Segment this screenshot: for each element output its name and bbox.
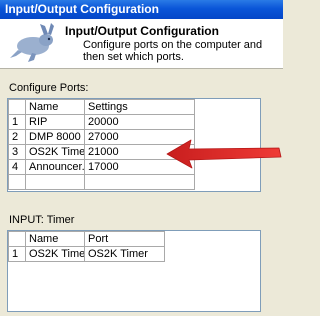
rabbit-logo-icon <box>10 23 54 62</box>
header-description: Configure ports on the computer and then… <box>83 39 263 63</box>
row-number[interactable]: 1 <box>8 114 26 130</box>
table-row[interactable]: 1 OS2K Timer OS2K Timer <box>8 246 165 262</box>
wizard-header: Input/Output Configuration Configure por… <box>0 19 283 69</box>
cell-name[interactable]: OS2K Timer <box>25 144 85 160</box>
cell-settings[interactable] <box>84 174 195 190</box>
cell-name[interactable] <box>25 174 85 190</box>
input-header-row: Name Port <box>8 231 165 247</box>
window-titlebar: Input/Output Configuration <box>0 0 283 19</box>
corner-header <box>8 99 26 115</box>
input-grid[interactable]: Name Port 1 OS2K Timer OS2K Timer <box>7 230 261 312</box>
row-number[interactable]: 2 <box>8 129 26 145</box>
configure-ports-label: Configure Ports: <box>9 82 89 94</box>
header-title: Input/Output Configuration <box>65 24 219 38</box>
row-number[interactable] <box>8 174 26 190</box>
row-number[interactable]: 1 <box>8 246 26 262</box>
input-label: INPUT: Timer <box>9 214 75 226</box>
column-header-settings[interactable]: Settings <box>84 99 195 115</box>
input-table[interactable]: Name Port 1 OS2K Timer OS2K Timer <box>8 231 165 262</box>
table-row[interactable]: 1 RIP 20000 <box>8 114 195 130</box>
cell-name[interactable]: RIP <box>25 114 85 130</box>
row-number[interactable]: 4 <box>8 159 26 175</box>
row-number[interactable]: 3 <box>8 144 26 160</box>
cell-name[interactable]: DMP 8000 ... <box>25 129 85 145</box>
cell-name[interactable]: Announcer... <box>25 159 85 175</box>
table-row-empty[interactable] <box>8 174 195 190</box>
column-header-name[interactable]: Name <box>25 231 85 247</box>
cell-port[interactable]: OS2K Timer <box>84 246 165 262</box>
column-header-port[interactable]: Port <box>84 231 165 247</box>
red-arrow-annotation <box>166 139 282 169</box>
cell-name[interactable]: OS2K Timer <box>25 246 85 262</box>
window-title: Input/Output Configuration <box>5 2 159 16</box>
corner-header <box>8 231 26 247</box>
ports-header-row: Name Settings <box>8 99 195 115</box>
cell-settings[interactable]: 20000 <box>84 114 195 130</box>
column-header-name[interactable]: Name <box>25 99 85 115</box>
